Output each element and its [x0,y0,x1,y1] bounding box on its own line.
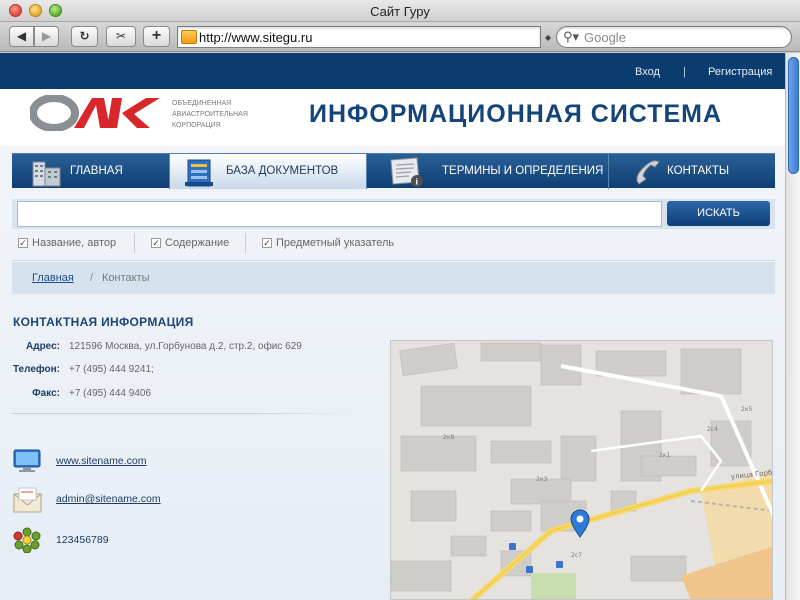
oak-logo[interactable] [30,95,162,131]
plus-icon: + [151,27,162,44]
nav-label: КОНТАКТЫ [667,165,730,177]
breadcrumb-separator: / [90,272,94,284]
search-option-label: Название, автор [32,237,117,249]
top-bar: Вход | Регистрация [0,53,785,89]
browser-search-field[interactable]: ⚲▾ Google [556,26,792,48]
envelope-icon [13,487,42,513]
arrow-right-icon: ▶ [41,29,52,43]
browser-search-placeholder: Google [584,30,626,45]
checkbox-checked-icon[interactable]: ✓ [151,238,161,248]
site-search-input[interactable] [17,201,662,227]
address-label: Адрес: [26,341,60,352]
site-search-bar: ИСКАТЬ [12,199,775,229]
forward-button[interactable]: ▶ [34,26,59,47]
back-button[interactable]: ◀ [9,26,34,47]
scrollbar-thumb[interactable] [788,57,799,174]
logo-caption-line: ОБЪЕДИНЕННАЯ [172,100,232,107]
add-bookmark-button[interactable]: + [143,26,170,47]
main-nav: ГЛАВНАЯ БАЗА ДОКУМЕНТОВ i ТЕРМИНЫ И ОПРЕ… [12,153,775,189]
search-option-label: Содержание [165,237,230,249]
logo-caption-line: АВИАСТРОИТЕЛЬНАЯ [172,111,248,118]
fax-label: Факс: [32,388,60,399]
phone-label: Телефон: [12,364,60,375]
options-divider [245,233,246,253]
map-house-label: 2к3 [536,476,547,483]
logo-caption-line: КОРПОРАЦИЯ [172,122,221,129]
map-house-label: 2к1 [659,452,670,459]
phone-icon [636,160,660,185]
contact-section-title: КОНТАКТНАЯ ИНФОРМАЦИЯ [13,315,194,329]
reload-icon: ↻ [79,29,90,43]
system-title: ИНФОРМАЦИОННАЯ СИСТЕМА [309,100,723,128]
nav-label: ТЕРМИНЫ И ОПРЕДЕЛЕНИЯ [442,165,604,177]
address-bar-url: http://www.sitegu.ru [199,30,313,45]
divider [12,260,775,261]
nav-label: БАЗА ДОКУМЕНТОВ [226,165,339,177]
website-link[interactable]: www.sitename.com [56,455,146,467]
page-viewport: Вход | Регистрация ОБЪЕДИНЕННАЯ АВИАСТРО… [0,53,785,600]
window-title: Сайт Гуру [370,4,430,19]
top-separator: | [683,66,686,78]
search-button[interactable]: ИСКАТЬ [667,201,770,226]
address-dropdown-icon[interactable]: ◆ [545,33,551,42]
register-link[interactable]: Регистрация [708,66,772,78]
icq-flower-icon [13,527,41,553]
search-options: ✓ Название, автор ✓ Содержание ✓ Предмет… [12,233,775,256]
scissors-icon: ✂ [115,29,127,43]
nav-item-home[interactable]: ГЛАВНАЯ [12,154,169,189]
map-house-label: 2к5 [741,406,752,413]
nav-item-documents[interactable]: БАЗА ДОКУМЕНТОВ [170,154,366,189]
buildings-icon [32,161,61,187]
map-house-label: 2с4 [707,426,718,433]
nav-label: ГЛАВНАЯ [70,165,123,177]
divider [12,413,352,414]
icq-number: 123456789 [56,534,109,546]
snapback-button[interactable]: ✂ [106,26,136,47]
search-icon: ⚲▾ [563,29,580,44]
fax-value: +7 (495) 444 9406 [69,388,152,399]
nav-item-contacts[interactable]: КОНТАКТЫ [609,154,775,189]
checkbox-checked-icon[interactable]: ✓ [18,238,28,248]
terms-info-icon: i [390,157,423,187]
address-bar[interactable]: http://www.sitegu.ru [177,26,541,48]
map-house-label: 2к8 [443,434,454,441]
map-house-label: 2с7 [571,552,582,559]
login-link[interactable]: Вход [635,66,660,78]
site-header: ОБЪЕДИНЕННАЯ АВИАСТРОИТЕЛЬНАЯ КОРПОРАЦИЯ… [0,89,785,146]
checkbox-checked-icon[interactable]: ✓ [262,238,272,248]
window-titlebar: Сайт Гуру [0,0,800,22]
arrow-left-icon: ◀ [16,29,27,43]
map-canvas: 2к8 2к1 2к3 2с4 2с7 2к5 улица Горбу [391,341,772,599]
address-value: 121596 Москва, ул.Горбунова д.2, стр.2, … [69,341,302,352]
breadcrumb-home-link[interactable]: Главная [32,272,74,284]
options-divider [134,233,135,253]
monitor-icon [13,449,41,472]
breadcrumb-current: Контакты [102,272,150,284]
nav-item-terms[interactable]: i ТЕРМИНЫ И ОПРЕДЕЛЕНИЯ [367,154,608,189]
search-option-label: Предметный указатель [276,237,395,249]
logo-caption: ОБЪЕДИНЕННАЯ АВИАСТРОИТЕЛЬНАЯ КОРПОРАЦИЯ [172,98,262,131]
phone-value: +7 (495) 444 9241; [69,364,154,375]
reload-button[interactable]: ↻ [71,26,98,47]
vertical-scrollbar[interactable] [785,53,800,600]
document-base-icon [185,159,213,187]
breadcrumb: Главная / Контакты [12,262,775,294]
email-link[interactable]: admin@sitename.com [56,493,161,505]
location-map[interactable]: 2к8 2к1 2к3 2с4 2с7 2к5 улица Горбу [390,340,773,600]
browser-toolbar: ◀ ▶ ↻ ✂ + http://www.sitegu.ru ◆ ⚲▾ Goog… [0,22,800,52]
folder-favicon-icon [181,30,197,44]
